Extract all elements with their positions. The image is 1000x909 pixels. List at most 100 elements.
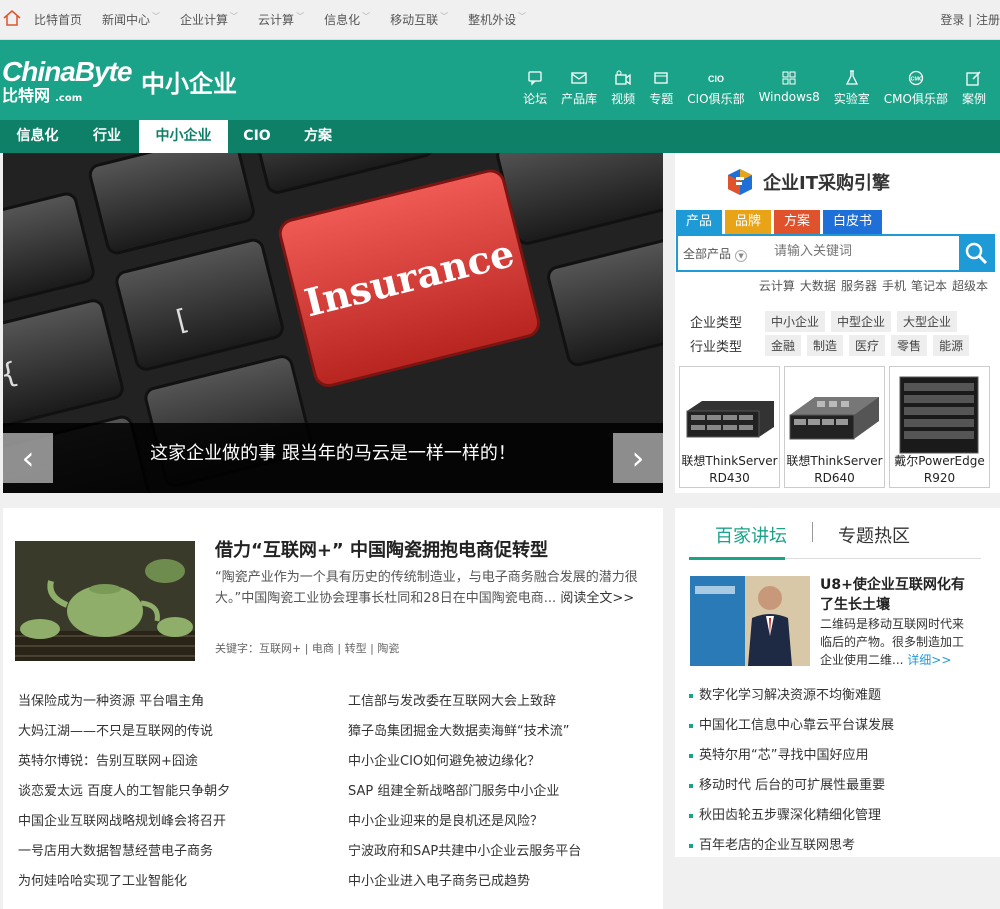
banner-prev-button[interactable]: ‹ <box>3 433 53 483</box>
header-nav-forum[interactable]: 论坛 <box>523 70 547 107</box>
news-link[interactable]: 中小企业进入电子商务已成趋势 <box>348 870 530 889</box>
procurement-logo-icon <box>728 169 752 195</box>
product-name: 戴尔PowerEdge R920 <box>894 454 985 485</box>
main-news: 借力“互联网+” 中国陶瓷拥抱电商促转型 “陶瓷产业作为一个具有历史的传统制造业… <box>3 508 663 909</box>
side-list-item[interactable]: 英特尔用“芯”寻找中国好应用 <box>689 744 868 763</box>
product-list: 联想ThinkServer RD430 联想ThinkServer RD640 戴尔… <box>679 366 994 488</box>
header-nav-products[interactable]: 产品库 <box>561 70 597 107</box>
server-image <box>899 376 979 454</box>
product-name: 联想ThinkServer RD430 <box>681 454 778 485</box>
side-feature-image[interactable] <box>690 576 810 666</box>
tab-brand[interactable]: 品牌 <box>725 210 772 234</box>
news-link[interactable]: 工信部与发改委在互联网大会上致辞 <box>348 690 556 709</box>
subnav-tab-active[interactable]: 中小企业 <box>139 120 228 153</box>
side-list-item[interactable]: 移动时代 后台的可扩展性最重要 <box>689 774 885 793</box>
header-nav-windows8[interactable]: Windows8 <box>759 70 820 107</box>
news-link[interactable]: 獐子岛集团掘金大数据卖海鲜“技术流” <box>348 720 569 739</box>
product-card[interactable]: 戴尔PowerEdge R920 <box>889 366 990 488</box>
top-nav-item[interactable]: 移动互联 ﹀ <box>390 11 448 28</box>
video-icon <box>615 70 631 86</box>
tab-product[interactable]: 产品 <box>676 210 723 234</box>
side-list-item[interactable]: 秋田齿轮五步骤深化精细化管理 <box>689 804 881 823</box>
header-nav-lab[interactable]: 实验室 <box>834 70 870 107</box>
news-link[interactable]: 中国企业互联网战略规划峰会将召开 <box>18 810 226 829</box>
procurement-search: 全部产品 ▼ <box>676 234 995 272</box>
banner-caption[interactable]: 这家企业做的事 跟当年的马云是一样一样的！ <box>3 423 663 493</box>
filter-tag[interactable]: 能源 <box>933 335 970 356</box>
product-card[interactable]: 联想ThinkServer RD430 <box>679 366 780 488</box>
top-nav-item[interactable]: 比特首页 <box>34 11 82 28</box>
chevron-right-icon: › <box>631 439 645 477</box>
top-nav-item[interactable]: 信息化 ﹀ <box>324 11 370 28</box>
side-list-item[interactable]: 中国化工信息中心靠云平台谋发展 <box>689 714 894 733</box>
header-nav-cases[interactable]: 案例 <box>962 70 986 107</box>
product-card[interactable]: 联想ThinkServer RD640 <box>784 366 885 488</box>
header-nav-topics[interactable]: 专题 <box>649 70 673 107</box>
hot-keyword[interactable]: 大数据 <box>800 279 836 293</box>
top-nav-item[interactable]: 整机外设 ﹀ <box>468 11 526 28</box>
side-list-item[interactable]: 数字化学习解决资源不均衡难题 <box>689 684 881 703</box>
news-link[interactable]: 为何娃哈哈实现了工业智能化 <box>18 870 187 889</box>
banner-next-button[interactable]: › <box>613 433 663 483</box>
chevron-down-icon: ﹀ <box>152 12 161 21</box>
subnav-tab[interactable]: CIO <box>228 120 286 153</box>
hot-keyword[interactable]: 云计算 <box>759 279 795 293</box>
chat-icon <box>528 71 542 86</box>
search-input[interactable] <box>774 244 954 259</box>
featured-image[interactable] <box>15 541 195 661</box>
filter-enterprise-type: 企业类型 中小企业 中型企业 大型企业 <box>690 311 963 332</box>
subnav-tab[interactable]: 方案 <box>286 120 350 153</box>
hot-keyword[interactable]: 笔记本 <box>911 279 947 293</box>
filter-tag[interactable]: 零售 <box>891 335 928 356</box>
top-nav-item[interactable]: 云计算 ﹀ <box>258 11 304 28</box>
subnav-tab[interactable]: 信息化 <box>0 120 75 153</box>
tab-baijia-forum[interactable]: 百家讲坛 <box>715 522 787 548</box>
filter-tag[interactable]: 制造 <box>807 335 844 356</box>
filter-tag[interactable]: 大型企业 <box>897 311 958 332</box>
featured-title[interactable]: 借力“互联网+” 中国陶瓷拥抱电商促转型 <box>215 536 548 562</box>
filter-tag[interactable]: 金融 <box>765 335 802 356</box>
login-register-link[interactable]: 登录 | 注册 <box>940 11 1000 28</box>
side-feature-title[interactable]: U8+使企业互联网化有了生长土壤 <box>820 575 970 615</box>
side-feature-desc: 二维码是移动互联网时代来临后的产物。很多制造加工企业使用二维... 详细>> <box>820 617 965 667</box>
site-logo[interactable]: ChinaByte 比特网 .com <box>2 58 132 105</box>
news-link[interactable]: 大妈江湖——不只是互联网的传说 <box>18 720 213 739</box>
server-image <box>686 401 774 438</box>
site-header: ChinaByte 比特网 .com 中小企业 论坛 产品库 视频 专题 CIO… <box>0 40 1000 120</box>
header-nav-cmo-club[interactable]: CMO CMO俱乐部 <box>884 70 948 107</box>
server-image <box>789 397 879 440</box>
more-link[interactable]: 详细>> <box>907 653 951 667</box>
filter-tag[interactable]: 中型企业 <box>831 311 892 332</box>
header-nav-video[interactable]: 视频 <box>611 70 635 107</box>
filter-tag[interactable]: 医疗 <box>849 335 886 356</box>
featured-desc: “陶瓷产业作为一个具有历史的传统制造业，与电子商务融合发展的潜力很大。”中国陶瓷… <box>215 570 638 606</box>
news-link[interactable]: 谈恋爱太远 百度人的工智能只争朝夕 <box>18 780 230 799</box>
side-list-item[interactable]: 百年老店的企业互联网思考 <box>689 834 855 853</box>
banner-slideshow[interactable]: Insurance { [ 这家企业做的事 跟当年的马云是一样一样的！ ‹ › <box>3 153 663 493</box>
news-link[interactable]: 英特尔博锐：告别互联网+囧途 <box>18 750 198 769</box>
news-link[interactable]: 一号店用大数据智慧经营电子商务 <box>18 840 213 859</box>
hot-keyword[interactable]: 超级本 <box>952 279 988 293</box>
top-nav-item[interactable]: 新闻中心 ﹀ <box>102 11 160 28</box>
filter-tag[interactable]: 中小企业 <box>765 311 826 332</box>
news-link[interactable]: 中小企业CIO如何避免被边缘化？ <box>348 750 540 769</box>
category-select[interactable]: 全部产品 ▼ <box>683 245 748 262</box>
hot-keyword[interactable]: 手机 <box>882 279 906 293</box>
home-icon[interactable] <box>3 10 21 26</box>
hot-keyword[interactable]: 服务器 <box>841 279 877 293</box>
header-nav-cio-club[interactable]: CIO CIO俱乐部 <box>687 70 744 107</box>
top-nav: 比特首页 新闻中心 ﹀ 企业计算 ﹀ 云计算 ﹀ 信息化 ﹀ 移动互联 ﹀ 整机外设 ﹀ <box>34 11 546 28</box>
tab-whitepaper[interactable]: 白皮书 <box>823 210 883 234</box>
read-more-link[interactable]: 阅读全文>> <box>560 591 634 606</box>
news-link[interactable]: SAP 组建全新战略部门服务中小企业 <box>348 780 559 799</box>
news-link[interactable]: 宁波政府和SAP共建中小企业云服务平台 <box>348 840 581 859</box>
news-link[interactable]: 中小企业迎来的是良机还是风险？ <box>348 810 543 829</box>
top-nav-item[interactable]: 企业计算 ﹀ <box>180 11 238 28</box>
search-button[interactable] <box>959 236 993 270</box>
tab-solution[interactable]: 方案 <box>774 210 821 234</box>
chevron-down-icon: ﹀ <box>230 12 239 21</box>
tab-topic-hot[interactable]: 专题热区 <box>838 522 910 548</box>
news-link[interactable]: 当保险成为一种资源 平台唱主角 <box>18 690 204 709</box>
mail-icon <box>571 72 587 84</box>
subnav-tab[interactable]: 行业 <box>75 120 139 153</box>
